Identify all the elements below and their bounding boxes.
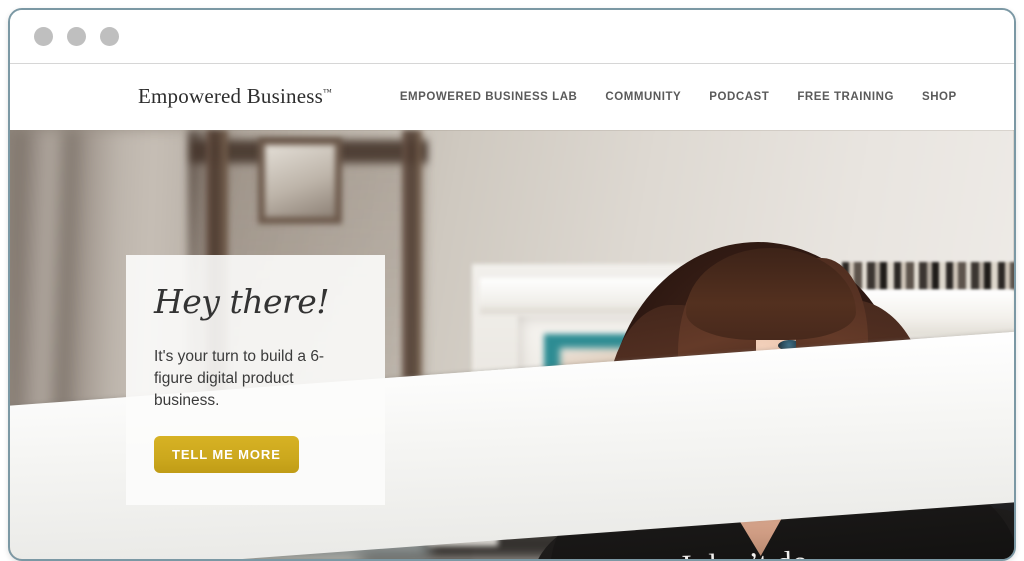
nav-item-free-training[interactable]: FREE TRAINING xyxy=(797,91,894,103)
window-maximize-dot[interactable] xyxy=(100,27,119,46)
hero-subheading: It's your turn to build a 6-figure digit… xyxy=(154,347,325,409)
tell-me-more-button[interactable]: TELL ME MORE xyxy=(154,435,299,473)
site-header: Empowered Business™ EMPOWERED BUSINESS L… xyxy=(10,64,1014,130)
nav-item-community[interactable]: COMMUNITY xyxy=(605,91,681,103)
nav-item-shop[interactable]: SHOP xyxy=(922,91,957,103)
main-navigation: EMPOWERED BUSINESS LAB COMMUNITY PODCAST… xyxy=(400,91,957,103)
trademark-symbol: ™ xyxy=(323,86,332,97)
window-minimize-dot[interactable] xyxy=(67,27,86,46)
site-logo[interactable]: Empowered Business™ xyxy=(138,84,332,109)
browser-titlebar xyxy=(10,10,1014,64)
window-close-dot[interactable] xyxy=(34,27,53,46)
hero-overlay-card: Hey there! It's your turn to build a 6-f… xyxy=(126,255,385,505)
hero-section: I don’t do failure Hey there! It's your … xyxy=(10,130,1014,559)
site-logo-text: Empowered Business xyxy=(138,83,323,108)
nav-item-podcast[interactable]: PODCAST xyxy=(709,91,769,103)
nav-item-empowered-business-lab[interactable]: EMPOWERED BUSINESS LAB xyxy=(400,91,578,103)
hero-heading: Hey there! xyxy=(154,282,330,321)
browser-window: Empowered Business™ EMPOWERED BUSINESS L… xyxy=(8,8,1016,561)
